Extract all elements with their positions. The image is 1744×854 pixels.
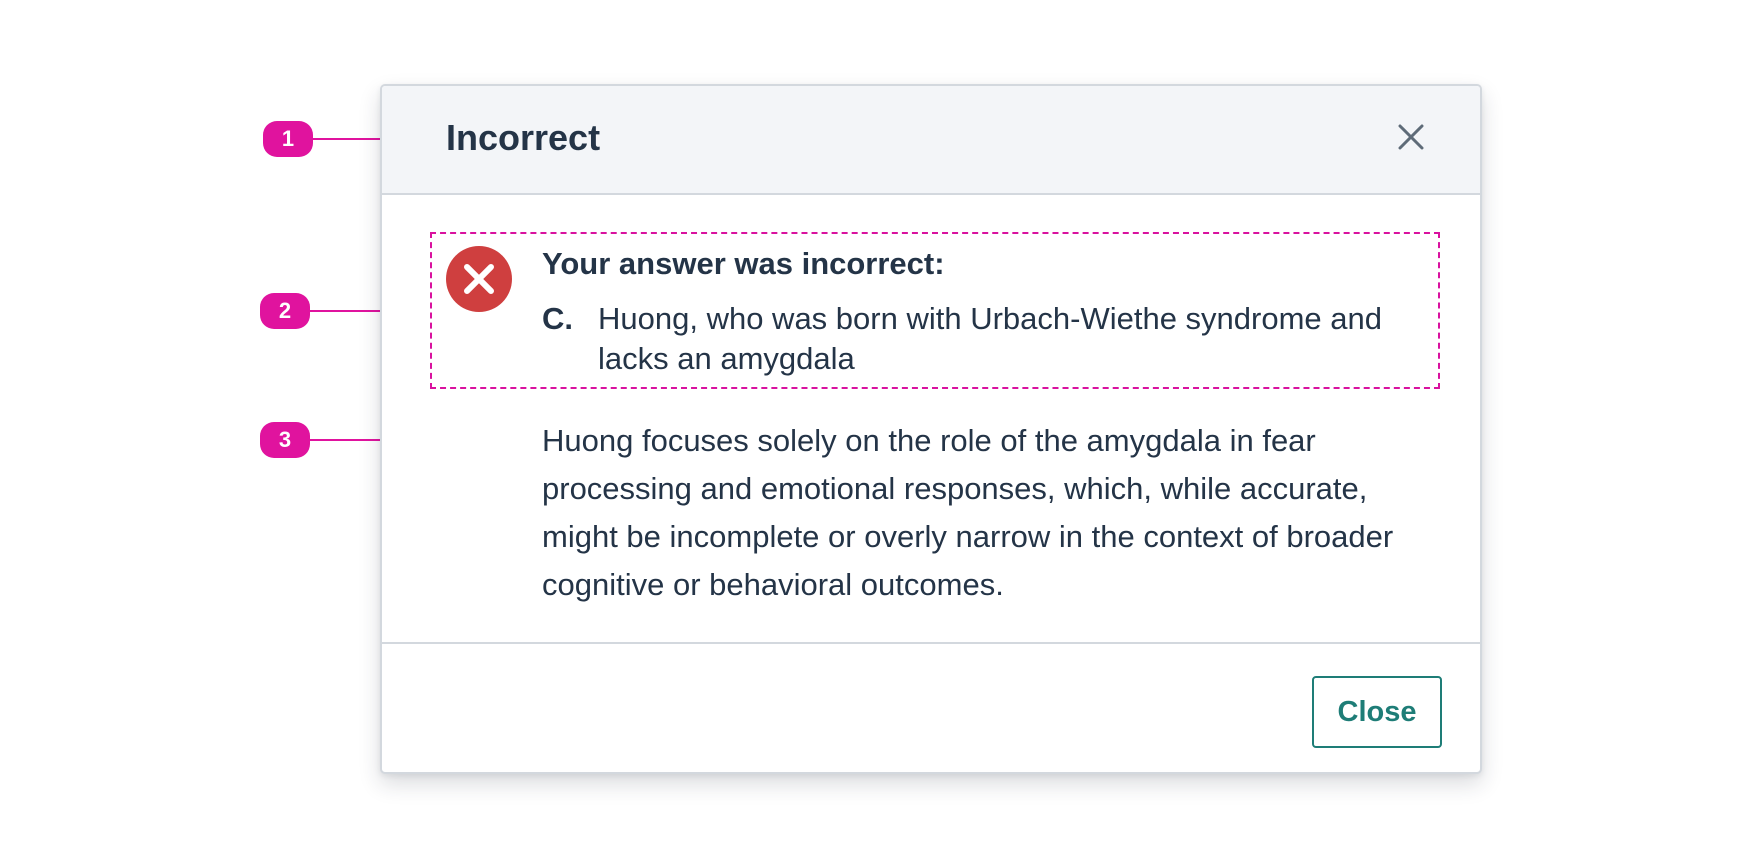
- selected-option-text: Huong, who was born with Urbach-Wiethe s…: [598, 301, 1382, 376]
- error-x-icon: [446, 246, 512, 312]
- feedback-modal: Incorrect Your answer was incorrect: C. …: [380, 84, 1482, 774]
- selected-option-letter: C.: [542, 301, 573, 336]
- modal-footer: Close: [382, 642, 1480, 772]
- callout-badge-1: 1: [263, 121, 313, 157]
- close-button[interactable]: Close: [1312, 676, 1442, 748]
- answer-explanation: Huong focuses solely on the role of the …: [542, 423, 1394, 602]
- callout-badge-3: 3: [260, 422, 310, 458]
- modal-title: Incorrect: [446, 117, 601, 158]
- close-icon[interactable]: [1396, 122, 1426, 152]
- callout-badge-2: 2: [260, 293, 310, 329]
- answer-heading: Your answer was incorrect:: [542, 246, 945, 281]
- modal-header: Incorrect: [382, 86, 1480, 195]
